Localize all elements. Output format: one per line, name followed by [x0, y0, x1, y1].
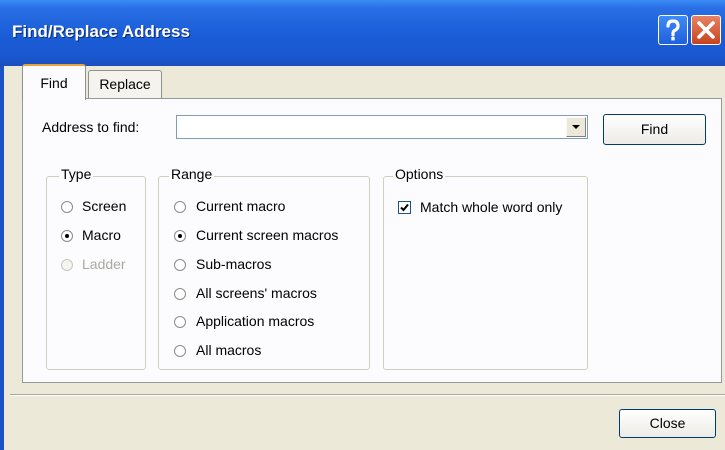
type-option-label: Macro — [82, 227, 121, 243]
options-group-title: Options — [393, 166, 446, 182]
tab-find[interactable]: Find — [22, 64, 86, 100]
radio-button[interactable] — [61, 201, 73, 213]
radio-button[interactable] — [174, 201, 186, 213]
type-group-title: Type — [59, 166, 94, 182]
address-label: Address to find: — [42, 119, 140, 135]
type-option-label: Screen — [82, 198, 127, 214]
range-option-label: All screens' macros — [196, 285, 317, 301]
range-group-title: Range — [169, 166, 215, 182]
range-option-label: Current macro — [196, 198, 286, 214]
address-input[interactable] — [178, 117, 570, 137]
close-icon — [697, 21, 715, 39]
type-option-label: Ladder — [82, 256, 126, 272]
radio-button[interactable] — [61, 230, 73, 242]
radio-button[interactable] — [174, 316, 186, 328]
window-border-left — [0, 66, 4, 450]
range-option-label: All macros — [196, 342, 262, 358]
window-title: Find/Replace Address — [12, 22, 190, 41]
address-dropdown-button[interactable] — [566, 117, 586, 137]
range-option-label: Current screen macros — [196, 227, 339, 243]
help-button[interactable] — [658, 15, 688, 45]
radio-button — [61, 259, 73, 271]
radio-button[interactable] — [174, 259, 186, 271]
match-whole-word-checkbox[interactable] — [398, 201, 411, 214]
tab-replace[interactable]: Replace — [88, 70, 162, 98]
find-replace-dialog: Find/Replace Address Replace Find Addres… — [0, 0, 725, 450]
range-option-label: Application macros — [196, 313, 315, 329]
radio-button[interactable] — [174, 230, 186, 242]
find-button[interactable]: Find — [603, 114, 706, 145]
range-option-label: Sub-macros — [196, 256, 272, 272]
checkmark-icon — [400, 203, 409, 212]
title-bar[interactable]: Find/Replace Address — [0, 0, 725, 66]
match-whole-word-label: Match whole word only — [420, 199, 563, 215]
footer-separator — [10, 394, 725, 396]
help-icon — [666, 19, 680, 41]
radio-button[interactable] — [174, 345, 186, 357]
chevron-down-icon — [572, 125, 580, 129]
close-window-button[interactable] — [691, 15, 721, 45]
radio-button[interactable] — [174, 288, 186, 300]
address-combobox[interactable] — [176, 115, 588, 139]
close-button[interactable]: Close — [619, 409, 716, 438]
